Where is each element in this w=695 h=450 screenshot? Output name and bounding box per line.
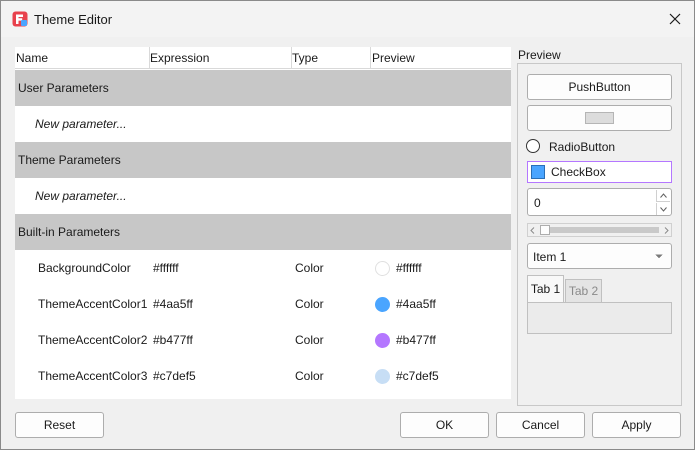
button-indicator xyxy=(585,112,614,124)
column-header-preview[interactable]: Preview xyxy=(371,47,511,69)
preview-radio-button[interactable] xyxy=(526,139,540,153)
section-label: User Parameters xyxy=(18,81,109,95)
preview-scrollbar[interactable] xyxy=(527,223,672,237)
chevron-down-icon xyxy=(655,254,663,259)
parameter-name: ThemeAccentColor1 xyxy=(38,297,148,311)
spin-down-button[interactable] xyxy=(656,203,670,215)
checkbox-label: CheckBox xyxy=(551,165,606,179)
scroll-right-icon[interactable] xyxy=(664,227,669,234)
parameter-expression: #b477ff xyxy=(153,333,193,347)
title-bar: Theme Editor xyxy=(1,1,694,37)
ok-button[interactable]: OK xyxy=(400,412,489,438)
section-builtin-parameters[interactable]: Built-in Parameters xyxy=(15,214,511,250)
chevron-down-icon xyxy=(660,206,667,212)
preview-combobox[interactable]: Item 1 xyxy=(527,243,672,269)
window-title: Theme Editor xyxy=(34,12,113,27)
scroll-track[interactable] xyxy=(540,227,659,233)
radio-button-label: RadioButton xyxy=(549,140,616,154)
parameter-expression: #ffffff xyxy=(153,261,179,275)
preview-push-button[interactable]: PushButton xyxy=(527,74,672,100)
parameter-preview: #b477ff xyxy=(396,333,436,347)
theme-editor-window: Theme Editor Name Expression Type Previe… xyxy=(0,0,695,450)
qt-designer-icon xyxy=(12,11,28,27)
parameter-row[interactable]: ThemeAccentColor1 #4aa5ff Color #4aa5ff xyxy=(15,286,511,322)
preview-spinbox[interactable]: 0 xyxy=(527,188,672,216)
parameter-expression: #4aa5ff xyxy=(153,297,193,311)
parameter-preview: #ffffff xyxy=(396,261,422,275)
section-user-parameters[interactable]: User Parameters xyxy=(15,70,511,106)
color-swatch xyxy=(375,297,390,312)
parameter-type: Color xyxy=(295,333,324,347)
parameter-type: Color xyxy=(295,369,324,383)
section-label: Theme Parameters xyxy=(18,153,121,167)
preview-empty-button[interactable] xyxy=(527,105,672,131)
preview-group-label: Preview xyxy=(518,48,561,62)
spinbox-value: 0 xyxy=(534,196,541,210)
parameter-name: BackgroundColor xyxy=(38,261,131,275)
parameter-tree[interactable]: Name Expression Type Preview User Parame… xyxy=(15,47,511,399)
color-swatch xyxy=(375,333,390,348)
parameter-type: Color xyxy=(295,297,324,311)
preview-checkbox[interactable] xyxy=(531,165,545,179)
parameter-preview: #c7def5 xyxy=(396,369,439,383)
column-header-name[interactable]: Name xyxy=(15,47,149,69)
tab-content xyxy=(527,302,672,334)
new-theme-parameter-row[interactable]: New parameter... xyxy=(15,178,511,214)
tab-1[interactable]: Tab 1 xyxy=(527,275,564,302)
combobox-value: Item 1 xyxy=(533,250,567,264)
parameter-name: ThemeAccentColor3 xyxy=(38,369,148,383)
column-header-expression[interactable]: Expression xyxy=(149,47,291,69)
column-header-type[interactable]: Type xyxy=(291,47,371,69)
cancel-button[interactable]: Cancel xyxy=(496,412,585,438)
section-label: Built-in Parameters xyxy=(18,225,121,239)
parameter-name: ThemeAccentColor2 xyxy=(38,333,148,347)
color-swatch xyxy=(375,261,390,276)
parameter-row[interactable]: BackgroundColor #ffffff Color #ffffff xyxy=(15,250,511,286)
close-icon xyxy=(669,13,681,25)
parameter-row[interactable]: ThemeAccentColor2 #b477ff Color #b477ff xyxy=(15,322,511,358)
scroll-left-icon[interactable] xyxy=(530,227,535,234)
tree-header: Name Expression Type Preview xyxy=(15,47,511,69)
chevron-up-icon xyxy=(660,193,667,198)
new-user-parameter-row[interactable]: New parameter... xyxy=(15,106,511,142)
color-swatch xyxy=(375,369,390,384)
preview-checkbox-row[interactable]: CheckBox xyxy=(527,161,672,183)
new-parameter-label: New parameter... xyxy=(35,117,127,131)
parameter-type: Color xyxy=(295,261,324,275)
parameter-row[interactable]: ThemeAccentColor3 #c7def5 Color #c7def5 xyxy=(15,358,511,394)
parameter-expression: #c7def5 xyxy=(153,369,196,383)
new-parameter-label: New parameter... xyxy=(35,189,127,203)
scroll-thumb[interactable] xyxy=(540,225,550,235)
section-theme-parameters[interactable]: Theme Parameters xyxy=(15,142,511,178)
apply-button[interactable]: Apply xyxy=(592,412,681,438)
spin-up-button[interactable] xyxy=(656,190,670,202)
close-button[interactable] xyxy=(660,5,690,33)
parameter-preview: #4aa5ff xyxy=(396,297,436,311)
tab-2[interactable]: Tab 2 xyxy=(565,279,602,302)
reset-button[interactable]: Reset xyxy=(15,412,104,438)
